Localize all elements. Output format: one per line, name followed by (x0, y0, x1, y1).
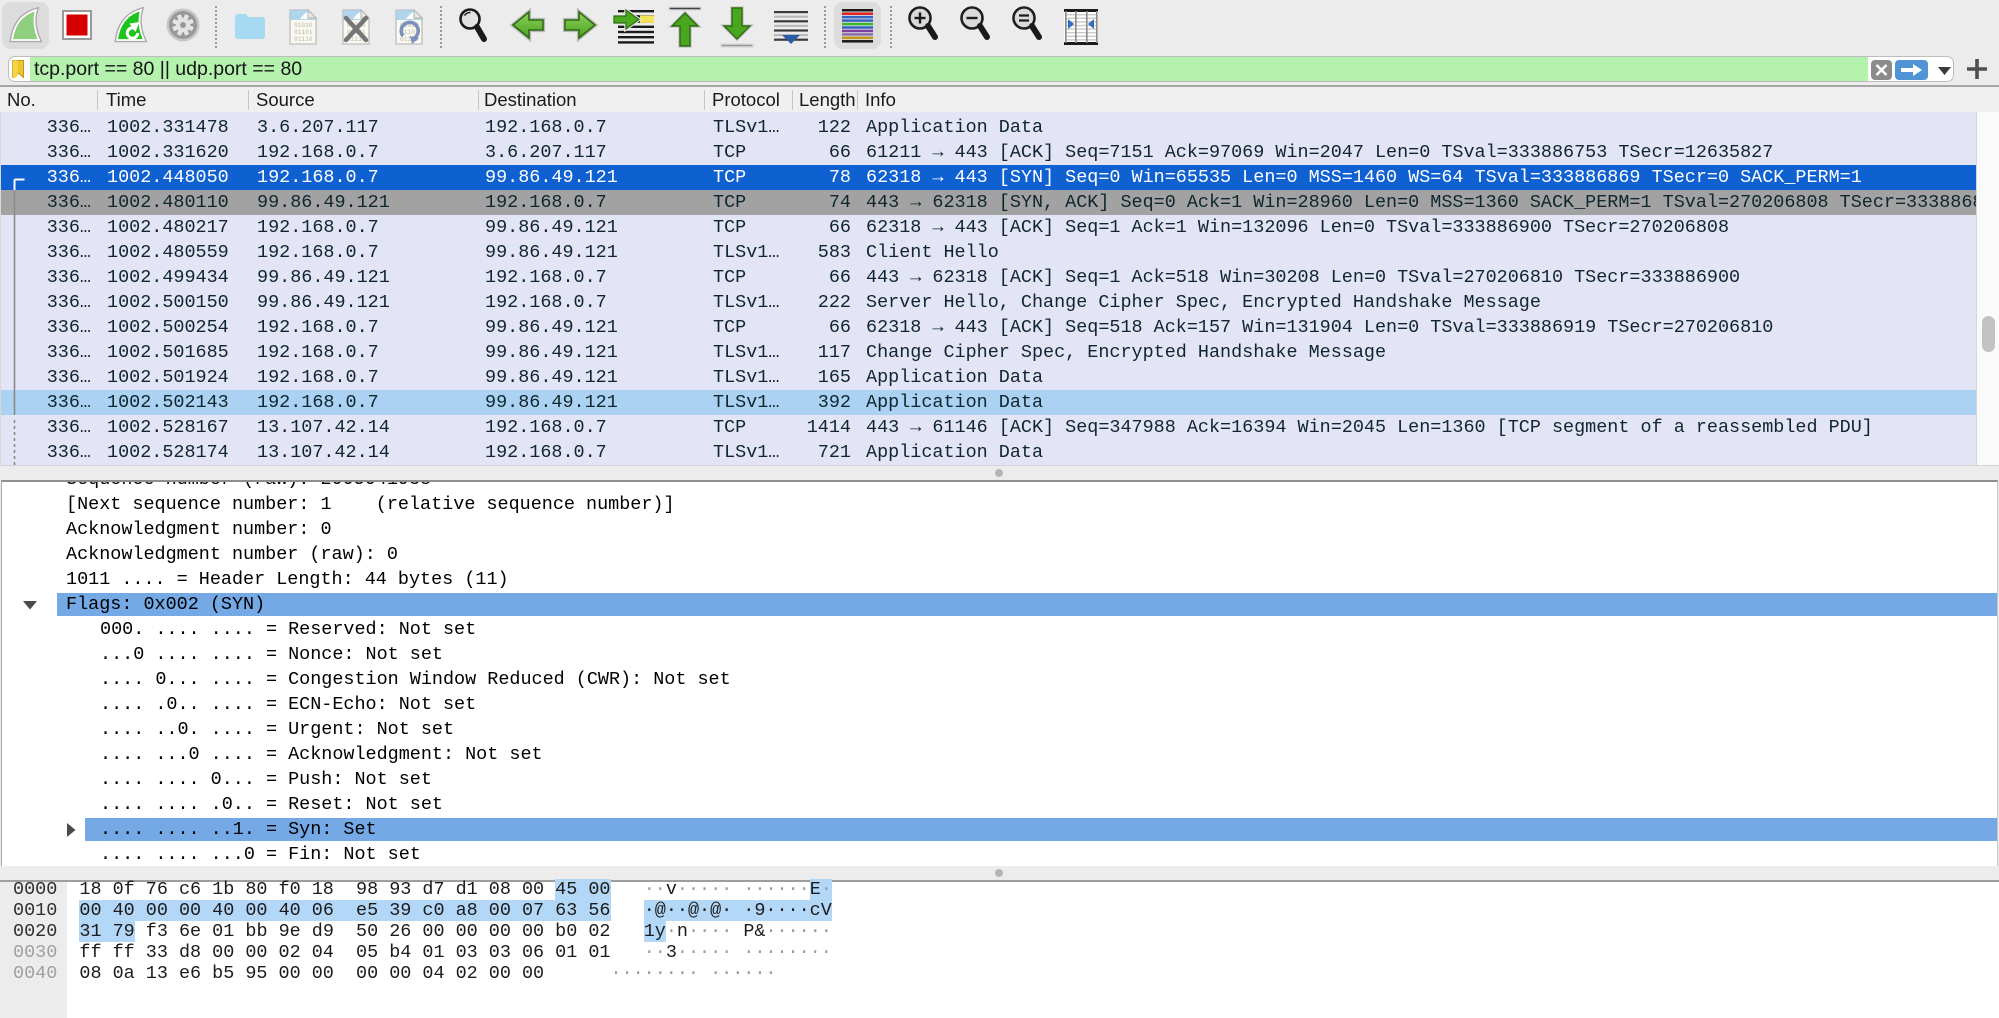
svg-text:01101: 01101 (294, 29, 313, 36)
svg-text:01110: 01110 (294, 36, 313, 43)
svg-text:01010: 01010 (294, 22, 313, 29)
